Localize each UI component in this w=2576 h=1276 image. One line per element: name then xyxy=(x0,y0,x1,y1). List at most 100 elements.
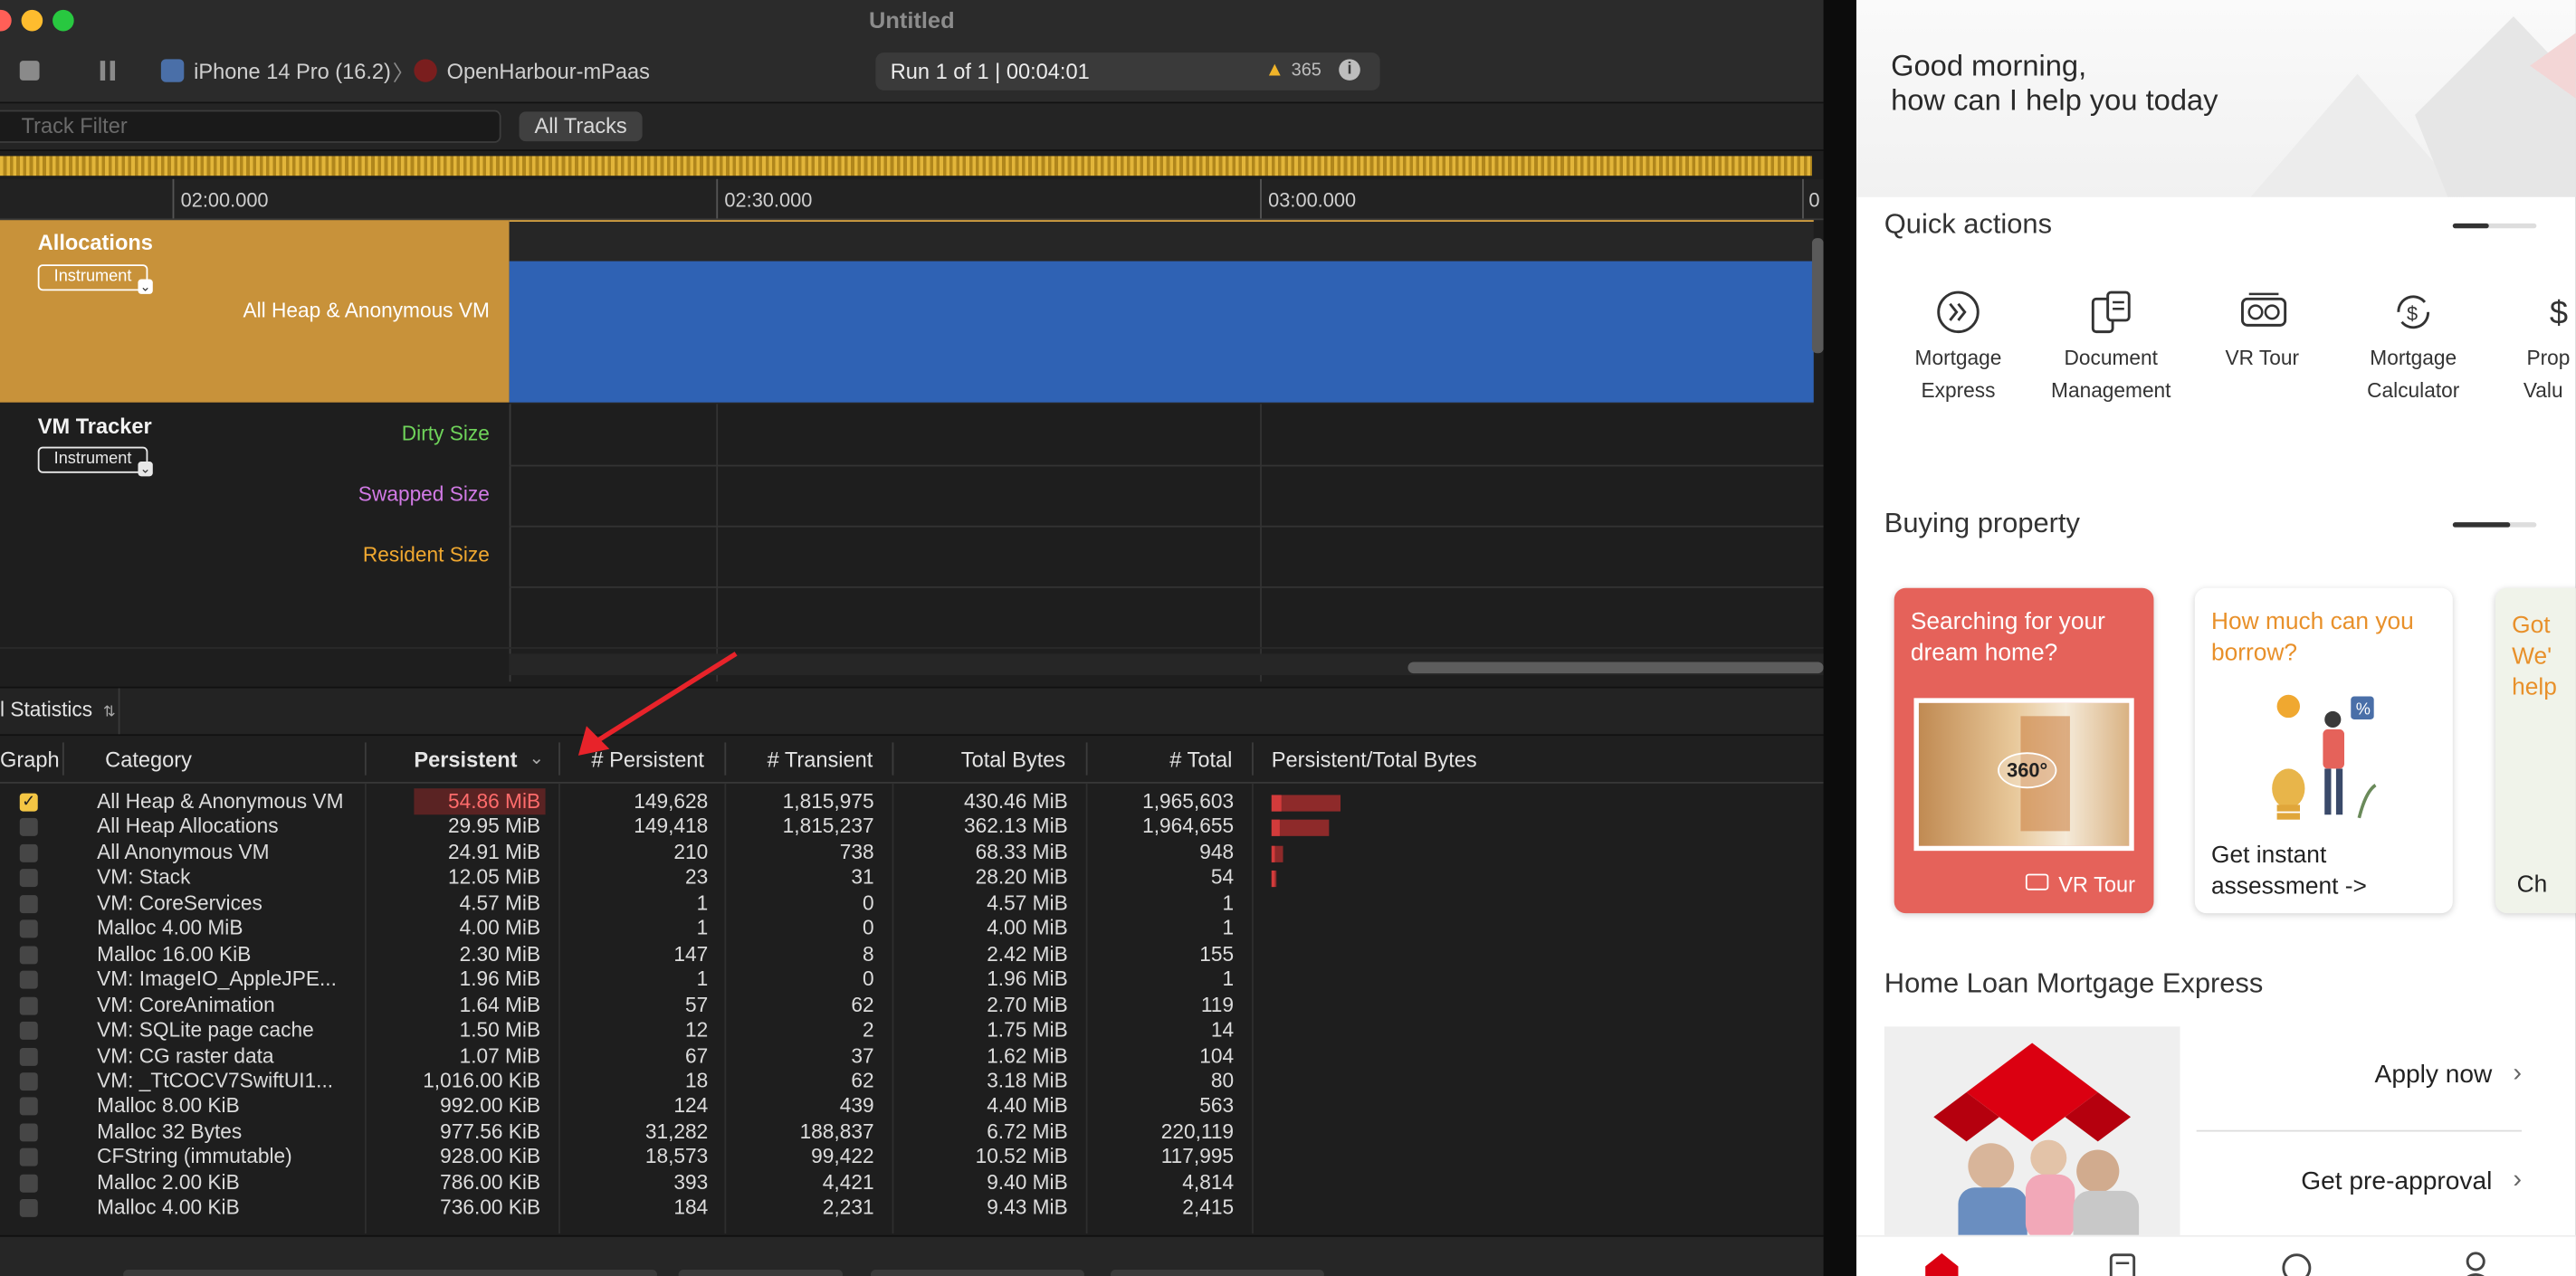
graph-checkbox[interactable] xyxy=(19,894,38,913)
total-bytes-cell: 9.43 MiB xyxy=(987,1195,1068,1220)
allocations-track-name: Allocations xyxy=(37,230,153,255)
graph-checkbox[interactable] xyxy=(19,1022,38,1040)
track-filter-input[interactable]: Track Filter xyxy=(0,110,501,143)
quick-action-vr-tour[interactable]: VR Tour xyxy=(2193,282,2331,414)
persistent-cell: 1.96 MiB xyxy=(459,967,541,991)
persistent-cell: 1,016.00 KiB xyxy=(423,1069,541,1092)
total-bytes-cell: 6.72 MiB xyxy=(987,1119,1068,1143)
column-total-bytes[interactable]: Total Bytes xyxy=(961,748,1065,772)
vm-tracker-track[interactable]: VM Tracker Instrument ⌄ Dirty Size Swapp… xyxy=(0,404,1824,682)
graph-checkbox[interactable] xyxy=(19,1098,38,1117)
graph-checkbox[interactable] xyxy=(19,945,38,964)
persistent-cell: 992.00 KiB xyxy=(440,1094,541,1118)
column-persistent[interactable]: Persistent xyxy=(414,748,517,772)
chevron-down-icon[interactable]: ⌄ xyxy=(138,279,153,294)
quick-action-label: Management xyxy=(2051,379,2171,403)
graph-checkbox[interactable] xyxy=(19,1123,38,1142)
table-row[interactable]: VM: CoreAnimation 1.64 MiB 57 62 2.70 MiB 119 xyxy=(0,993,1824,1017)
graph-checkbox[interactable] xyxy=(19,1148,38,1167)
graph-checkbox[interactable] xyxy=(19,1072,38,1091)
info-icon[interactable]: i xyxy=(1339,59,1360,81)
transient-count-cell: 1,815,237 xyxy=(782,815,874,839)
quick-action-label: Document xyxy=(2064,346,2158,370)
column-persistent-total-bytes[interactable]: Persistent/Total Bytes xyxy=(1272,748,1477,772)
graph-checkbox[interactable] xyxy=(19,1199,38,1218)
persistent-count-cell: 147 xyxy=(673,942,709,966)
stop-icon[interactable] xyxy=(19,61,40,81)
window-divider xyxy=(1823,0,1856,1276)
graph-checkbox[interactable] xyxy=(19,869,38,888)
graph-checkbox[interactable] xyxy=(19,970,38,989)
total-count-cell: 4,814 xyxy=(1182,1170,1235,1195)
quick-action-mortgage-calculator[interactable]: $ Mortgage Calculator xyxy=(2344,282,2482,414)
table-row[interactable]: VM: Stack 12.05 MiB 23 31 28.20 MiB 54 xyxy=(0,866,1824,890)
table-row[interactable]: VM: CG raster data 1.07 MiB 67 37 1.62 MiB 10… xyxy=(0,1043,1824,1068)
table-row[interactable]: VM: CoreServices 4.57 MiB 1 0 4.57 MiB 1 xyxy=(0,891,1824,916)
table-row[interactable]: All Anonymous VM 24.91 MiB 210 738 68.33 MiB… xyxy=(0,841,1824,865)
card-dream-home[interactable]: Searching for your dream home? 360° VR T… xyxy=(1894,587,2154,914)
track-scrollbar[interactable] xyxy=(1811,238,1824,354)
total-count-cell: 119 xyxy=(1200,993,1235,1016)
category-cell: Malloc 32 Bytes xyxy=(97,1119,243,1143)
buying-property-title: Buying property xyxy=(1884,507,2080,539)
run-status-box[interactable]: Run 1 of 1 | 00:04:01 ▲ 365 i xyxy=(875,52,1380,90)
chevron-down-icon[interactable]: ⌄ xyxy=(138,462,153,477)
graph-checkbox[interactable] xyxy=(19,1174,38,1193)
apply-now-row[interactable]: Apply now › xyxy=(2196,1026,2542,1132)
search-icon[interactable] xyxy=(2278,1250,2314,1276)
category-cell: VM: CoreAnimation xyxy=(97,993,275,1016)
instrument-badge[interactable]: Instrument xyxy=(37,264,148,291)
quick-action-mortgage-express[interactable]: Mortgage Express xyxy=(1889,282,2027,414)
column-category[interactable]: Category xyxy=(105,748,192,772)
pause-icon[interactable] xyxy=(99,61,119,81)
timeline-horizontal-scrollbar[interactable] xyxy=(1407,662,1824,674)
table-row[interactable]: VM: SQLite page cache 1.50 MiB 12 2 1.75 MiB… xyxy=(0,1018,1824,1043)
transient-count-cell: 0 xyxy=(862,967,874,991)
device-selector[interactable]: iPhone 14 Pro (16.2) xyxy=(194,59,391,83)
table-row[interactable]: Malloc 4.00 KiB 736.00 KiB 184 2,231 9.43 Mi… xyxy=(0,1196,1824,1221)
table-row[interactable]: Malloc 16.00 KiB 2.30 MiB 147 8 2.42 MiB 155 xyxy=(0,942,1824,967)
table-row[interactable]: VM: _TtCOCV7SwiftUI1... 1,016.00 KiB 18 62 3… xyxy=(0,1069,1824,1093)
warning-count[interactable]: 365 xyxy=(1292,61,1321,81)
table-row[interactable]: Malloc 2.00 KiB 786.00 KiB 393 4,421 9.40 Mi… xyxy=(0,1171,1824,1195)
table-row[interactable]: ✓ All Heap & Anonymous VM 54.86 MiB 149,628… xyxy=(0,790,1824,814)
category-cell: CFString (immutable) xyxy=(97,1145,292,1169)
quick-action-document-management[interactable]: Document Management xyxy=(2040,282,2181,414)
table-row[interactable]: VM: ImageIO_AppleJPE... 1.96 MiB 1 0 1.96 Mi… xyxy=(0,967,1824,992)
table-row[interactable]: Malloc 32 Bytes 977.56 KiB 31,282 188,837 6.… xyxy=(0,1120,1824,1145)
graph-checkbox[interactable] xyxy=(19,818,38,837)
all-tracks-button[interactable]: All Tracks xyxy=(519,111,643,142)
chevron-right-icon: › xyxy=(2513,1166,2523,1195)
column-total-count[interactable]: # Total xyxy=(1169,748,1232,772)
table-row[interactable]: Malloc 4.00 MiB 4.00 MiB 1 0 4.00 MiB 1 xyxy=(0,917,1824,941)
get-instant-assessment-link[interactable]: Get instant assessment -> xyxy=(2211,841,2441,903)
graph-checkbox[interactable] xyxy=(19,1047,38,1066)
documents-icon[interactable] xyxy=(2104,1250,2141,1276)
persistent-cell: 928.00 KiB xyxy=(440,1145,541,1169)
home-icon[interactable] xyxy=(1922,1250,1962,1276)
table-row[interactable]: Malloc 8.00 KiB 992.00 KiB 124 439 4.40 MiB 5… xyxy=(0,1094,1824,1119)
graph-checkbox[interactable] xyxy=(19,995,38,1014)
target-selector[interactable]: OpenHarbour-mPaas xyxy=(447,59,650,83)
table-row[interactable]: All Heap Allocations 29.95 MiB 149,418 1,81… xyxy=(0,815,1824,840)
allocations-graph[interactable] xyxy=(509,261,1814,403)
quick-action-property-valuation[interactable]: $ Prop Valu xyxy=(2514,282,2576,414)
updown-chevron-icon: ⇅ xyxy=(102,702,116,719)
graph-checkbox[interactable] xyxy=(19,919,38,938)
column-transient-count[interactable]: # Transient xyxy=(768,748,873,772)
table-row[interactable]: CFString (immutable) 928.00 KiB 18,573 99,4… xyxy=(0,1146,1824,1170)
transient-count-cell: 0 xyxy=(862,891,874,915)
category-cell: Malloc 4.00 KiB xyxy=(97,1195,240,1220)
get-pre-approval-row[interactable]: Get pre-approval › xyxy=(2197,1132,2542,1235)
graph-checkbox[interactable]: ✓ xyxy=(19,793,38,812)
graph-checkbox[interactable] xyxy=(19,843,38,862)
card-cta[interactable]: Ch xyxy=(2517,872,2548,899)
instrument-badge[interactable]: Instrument xyxy=(37,446,148,473)
statistics-selector[interactable]: l Statistics ⇅ xyxy=(0,698,116,720)
card-borrow[interactable]: How much can you borrow? % Get instant a… xyxy=(2194,587,2453,914)
profile-icon[interactable] xyxy=(2457,1250,2494,1276)
sort-descending-icon[interactable]: ⌄ xyxy=(529,748,544,769)
card-third-partial[interactable]: Got We' help Ch xyxy=(2495,587,2576,914)
allocations-track-header[interactable]: Allocations Instrument ⌄ All Heap & Anon… xyxy=(0,220,510,403)
column-graph[interactable]: Graph xyxy=(0,748,60,772)
